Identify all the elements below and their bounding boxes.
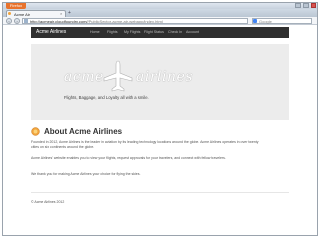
about-paragraph-2: Acme Airlines' website enables you to vi… xyxy=(31,156,226,160)
sun-icon xyxy=(31,127,40,136)
logo-text-right: airlines xyxy=(136,69,193,85)
hero-tagline: Flights, Baggage, and Loyalty all with a… xyxy=(64,95,149,100)
url-bar[interactable]: http://acmeair.cloudfoundry.com//PublicS… xyxy=(22,18,248,24)
about-paragraph-1: Founded in 2012, Acme Airlines is the le… xyxy=(31,140,259,149)
about-paragraph-3: We thank you for making Acme Airlines yo… xyxy=(31,172,141,176)
about-title: About Acme Airlines xyxy=(44,127,123,136)
page-icon xyxy=(24,19,28,23)
nav-flight-status[interactable]: Flight Status xyxy=(144,27,164,38)
nav-my-flights[interactable]: My Flights xyxy=(124,27,140,38)
maximize-button[interactable] xyxy=(303,3,309,8)
google-icon xyxy=(253,19,257,23)
footer-divider xyxy=(31,192,289,193)
minimize-button[interactable] xyxy=(295,3,301,8)
site-brand[interactable]: Acme Airlines xyxy=(36,27,66,38)
nav-account[interactable]: Account xyxy=(186,27,199,38)
airplane-icon xyxy=(103,60,133,92)
close-window-button[interactable] xyxy=(311,3,316,8)
forward-icon[interactable]: › xyxy=(14,18,20,24)
tab-close-icon[interactable]: × xyxy=(60,11,62,16)
search-input[interactable]: Google xyxy=(252,18,312,24)
nav-home[interactable]: Home xyxy=(90,27,100,38)
back-icon[interactable]: ‹ xyxy=(6,18,12,24)
url-host: http://acmeair.cloudfoundry.com/ xyxy=(30,19,88,24)
browser-tab[interactable]: Acme Air xyxy=(6,10,66,17)
logo-text-left: acme xyxy=(64,69,104,85)
footer-copyright: © Acme Airlines 2012 xyxy=(31,200,65,204)
nav-check-in[interactable]: Check In xyxy=(168,27,182,38)
tab-favicon-icon xyxy=(8,12,11,15)
new-tab-button[interactable]: + xyxy=(68,11,71,16)
nav-flights[interactable]: Flights xyxy=(107,27,118,38)
url-path: /PublicSector-acme-air-webapp/index.html xyxy=(87,19,163,24)
